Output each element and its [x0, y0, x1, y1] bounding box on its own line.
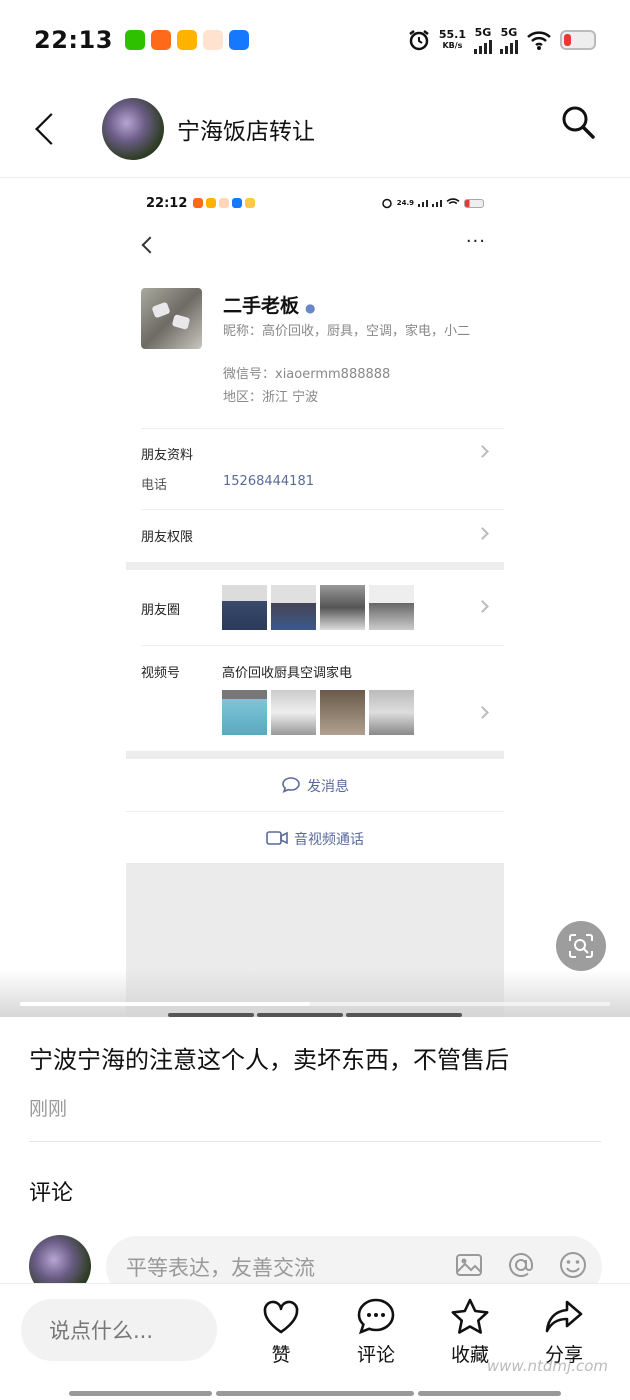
post-header: 宁海饭店转让 — [0, 80, 630, 178]
back-button[interactable] — [35, 112, 67, 145]
at-mention-icon[interactable] — [506, 1250, 536, 1280]
comment-button[interactable]: 评论 — [341, 1296, 411, 1367]
signal-1: 5G — [474, 27, 492, 54]
app-icon — [202, 30, 223, 50]
chevron-right-icon — [476, 527, 489, 540]
page-indicator — [168, 1013, 254, 1017]
video-camera-icon — [266, 831, 288, 845]
bottom-action-bar: 说点什么... 赞 评论 收藏 分享 — [0, 1283, 630, 1400]
page-title: 宁海饭店转让 — [177, 118, 315, 145]
image-overlay — [0, 969, 630, 1017]
lens-icon — [569, 934, 593, 958]
divider — [141, 645, 504, 646]
home-indicator — [69, 1391, 212, 1396]
phone-number: 15268444181 — [223, 474, 314, 489]
phone-row: 电话 15268444181 — [141, 474, 314, 493]
emoji-icon[interactable] — [558, 1250, 588, 1280]
alarm-icon — [409, 30, 429, 51]
heart-icon — [263, 1300, 299, 1334]
contact-wechat-id: 微信号：xiaoermm888888 — [223, 367, 391, 382]
wechat-icon — [124, 30, 145, 50]
permissions-row: 朋友权限 — [141, 526, 489, 545]
taobao-icon — [150, 30, 171, 50]
star-icon — [451, 1298, 489, 1334]
post-text: 宁波宁海的注意这个人，卖坏东西，不管售后 — [29, 1046, 509, 1074]
friend-info-row: 朋友资料 — [141, 444, 489, 463]
notification-icons — [124, 30, 249, 50]
contact-nickname: 昵称：高价回收，厨具，空调，家电，小二 — [223, 324, 471, 339]
contact-name: 二手老板 ● — [223, 295, 316, 317]
contact-avatar — [141, 288, 202, 349]
moments-thumbnails — [222, 585, 414, 630]
status-indicators: 55.1 KB/s 5G 5G — [407, 27, 596, 54]
home-indicator — [216, 1391, 414, 1396]
comments-heading: 评论 — [29, 1181, 74, 1206]
battery-icon — [464, 198, 484, 208]
image-icon[interactable] — [454, 1250, 484, 1280]
like-button[interactable]: 赞 — [246, 1296, 316, 1367]
alarm-icon — [381, 198, 392, 209]
contact-region: 地区：浙江 宁波 — [223, 390, 319, 405]
map-icon — [228, 30, 249, 50]
page-indicator — [257, 1013, 343, 1017]
watermark: www.ntdmj.com — [486, 1357, 608, 1375]
inner-notification-icons — [193, 198, 256, 208]
chevron-right-icon — [476, 600, 489, 613]
share-arrow-icon — [545, 1300, 583, 1333]
signal-bars-icon — [500, 38, 518, 54]
inner-nav: ··· — [126, 227, 504, 265]
divider — [141, 428, 504, 429]
send-message-button: 发消息 — [126, 776, 504, 796]
divider — [126, 811, 504, 812]
post-image[interactable]: 22:12 24.9 ··· 二手老板 ● 昵称：高价回收，厨具，空调，家电，小二… — [0, 179, 630, 1017]
home-indicator — [418, 1391, 561, 1396]
author-avatar[interactable] — [102, 97, 164, 160]
signal-2: 5G — [500, 27, 518, 54]
inner-back-icon — [141, 236, 159, 254]
status-time: 22:13 — [34, 26, 113, 54]
signal-bars-icon — [432, 199, 442, 207]
embedded-screenshot: 22:12 24.9 ··· 二手老板 ● 昵称：高价回收，厨具，空调，家电，小二… — [126, 179, 504, 1017]
person-icon: ● — [305, 301, 316, 315]
divider — [29, 1141, 601, 1142]
search-icon[interactable] — [560, 104, 596, 140]
net-speed: 55.1 KB/s — [438, 28, 466, 50]
video-app-icon — [176, 30, 197, 50]
chat-bubble-icon — [282, 777, 300, 794]
chevron-right-icon — [476, 706, 489, 719]
battery-icon — [560, 30, 596, 50]
wifi-icon — [446, 198, 460, 205]
contact-profile: 二手老板 ● 昵称：高价回收，厨具，空调，家电，小二 微信号：xiaoermm88… — [126, 265, 504, 425]
signal-bars-icon — [474, 38, 492, 54]
video-call-button: 音视频通话 — [126, 829, 504, 849]
section-gap — [126, 562, 504, 570]
channels-thumbnails — [222, 690, 414, 735]
image-search-button[interactable] — [556, 921, 606, 971]
signal-bars-icon — [418, 199, 428, 207]
post-time: 刚刚 — [29, 1098, 68, 1120]
page-indicator — [346, 1013, 462, 1017]
comment-bubble-icon — [357, 1298, 395, 1335]
more-icon: ··· — [465, 231, 486, 252]
wifi-icon — [527, 31, 551, 50]
chevron-right-icon — [476, 445, 489, 458]
inner-status-bar: 22:12 24.9 — [126, 179, 504, 227]
channels-title: 高价回收厨具空调家电 — [222, 666, 353, 681]
divider — [141, 509, 504, 510]
image-progress-bar — [20, 1002, 610, 1006]
say-something-input[interactable]: 说点什么... — [21, 1299, 217, 1361]
section-gap — [126, 751, 504, 759]
inner-status-indicators: 24.9 — [381, 197, 484, 209]
status-bar: 22:13 55.1 KB/s 5G 5G — [0, 0, 630, 80]
